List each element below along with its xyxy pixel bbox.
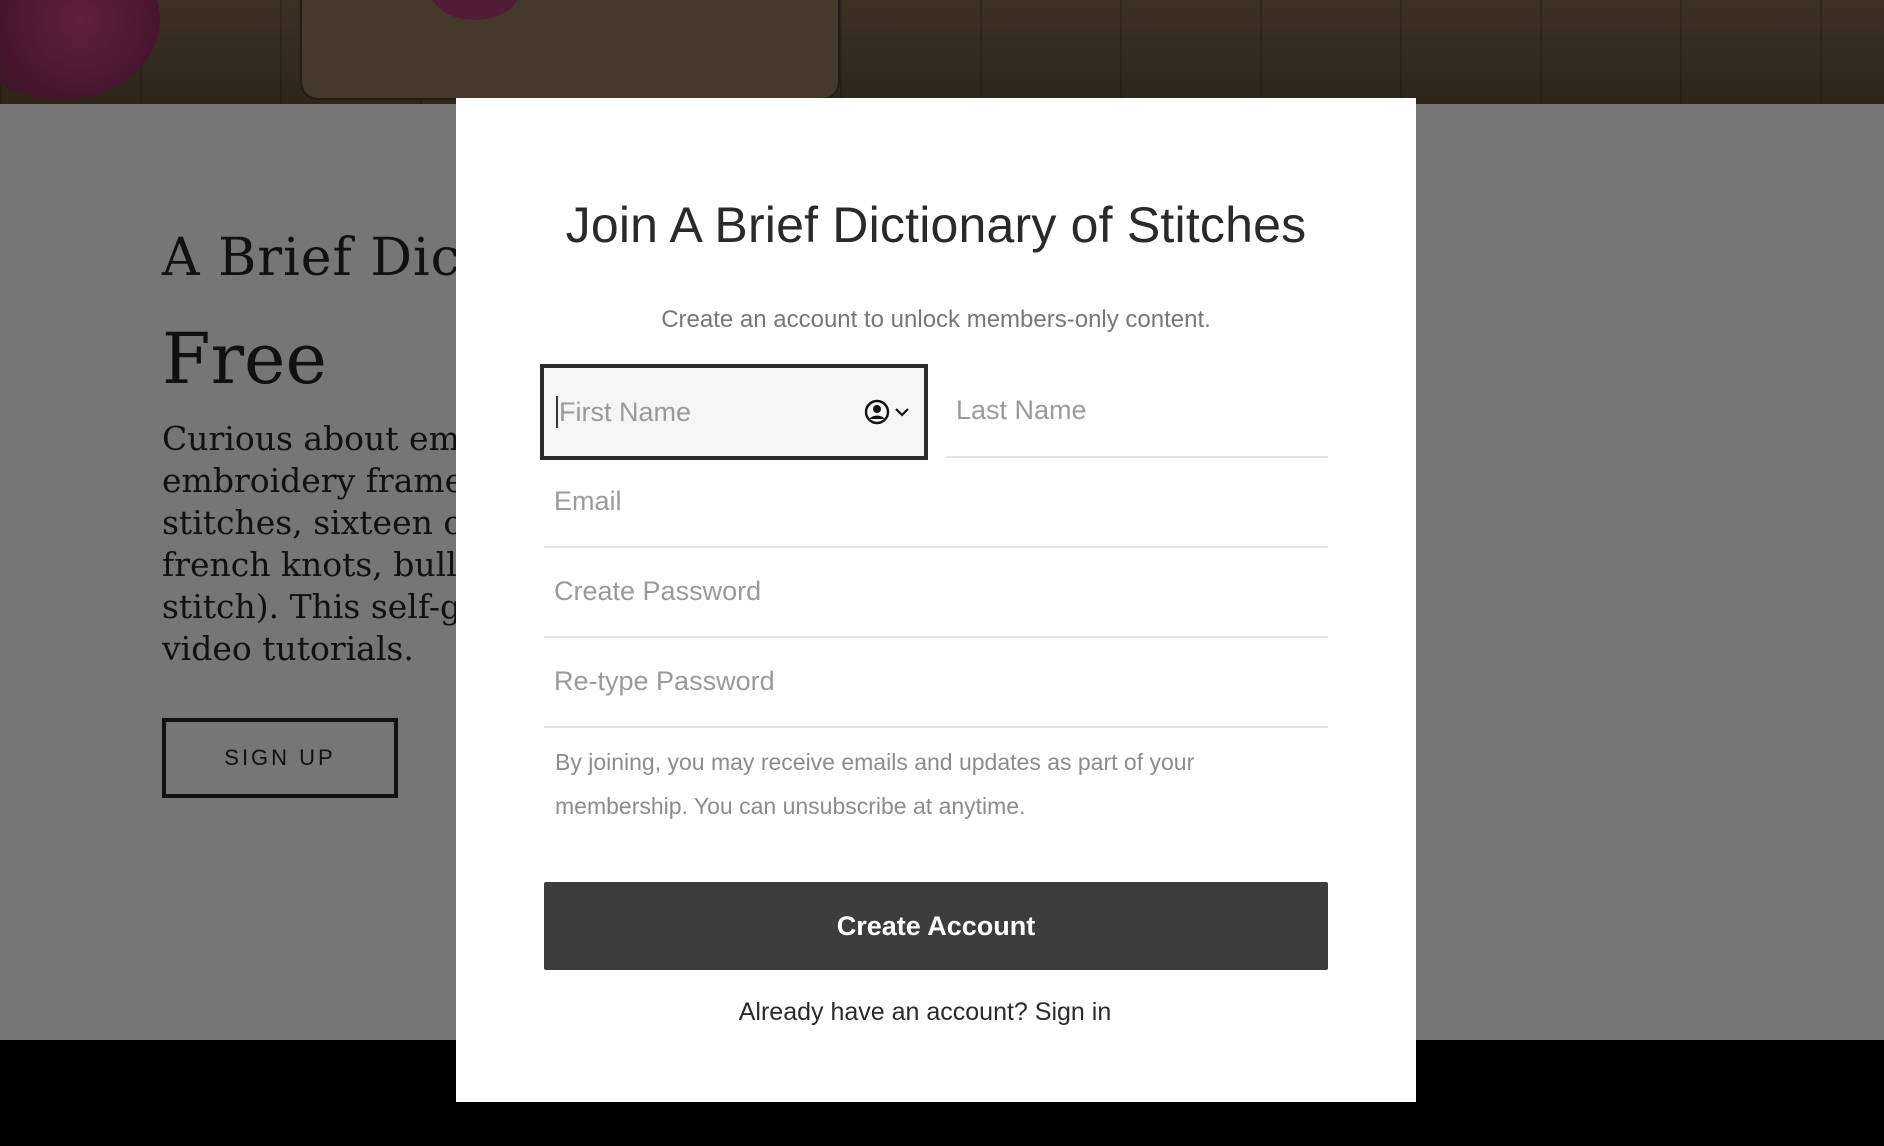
first-name-placeholder: First Name xyxy=(559,396,692,427)
modal-title: Join A Brief Dictionary of Stitches xyxy=(565,197,1307,253)
autofill-button[interactable] xyxy=(864,399,910,425)
modal-subtitle: Create an account to unlock members-only… xyxy=(661,306,1211,333)
text-caret xyxy=(556,396,558,428)
retype-password-field[interactable]: Re-type Password xyxy=(544,636,1328,728)
last-name-placeholder: Last Name xyxy=(956,394,1087,425)
password-field[interactable]: Create Password xyxy=(544,546,1328,638)
chevron-down-icon xyxy=(895,408,909,417)
sign-in-link[interactable]: Already have an account? Sign in xyxy=(0,998,1850,1027)
create-account-button[interactable]: Create Account xyxy=(544,882,1328,970)
membership-consent-text: By joining, you may receive emails and u… xyxy=(555,749,1195,819)
email-field[interactable]: Email xyxy=(544,456,1328,548)
retype-password-placeholder: Re-type Password xyxy=(554,665,775,696)
person-circle-icon xyxy=(864,399,890,425)
email-placeholder: Email xyxy=(554,485,622,516)
password-placeholder: Create Password xyxy=(554,575,762,606)
first-name-field[interactable]: First Name xyxy=(540,364,928,460)
last-name-field[interactable]: Last Name xyxy=(946,364,1328,458)
